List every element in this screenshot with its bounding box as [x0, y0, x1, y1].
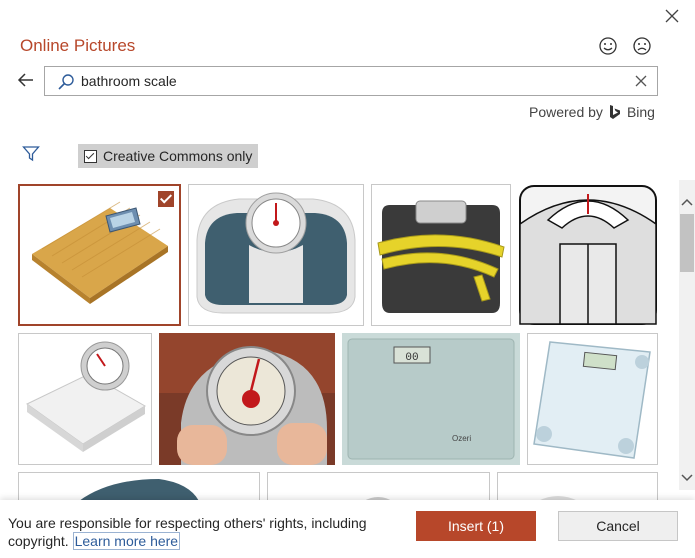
copyright-note-text: You are responsible for respecting other… — [8, 515, 367, 549]
result-image-glass-scale[interactable]: 00 Ozeri — [342, 333, 520, 465]
glass-scale-image: 00 Ozeri — [342, 333, 520, 465]
back-arrow-icon — [17, 73, 33, 87]
result-image-partial-2[interactable] — [267, 472, 490, 502]
svg-text:00: 00 — [405, 352, 418, 364]
close-icon — [665, 9, 679, 23]
creative-commons-filter[interactable]: Creative Commons only — [78, 144, 259, 168]
result-image-analog-scale[interactable] — [188, 184, 364, 326]
result-image-illustration-scale[interactable] — [518, 184, 658, 326]
search-input[interactable] — [81, 71, 621, 91]
selected-check-icon — [158, 191, 174, 207]
result-image-partial-1[interactable] — [18, 472, 260, 502]
white-dial-scale-image — [19, 334, 151, 464]
result-image-feet-scale[interactable] — [159, 333, 335, 465]
creative-commons-label: Creative Commons only — [103, 148, 253, 164]
partial-scale-image — [364, 497, 392, 501]
bing-label: Bing — [626, 104, 655, 120]
smile-icon — [599, 37, 617, 55]
smile-feedback-button[interactable] — [598, 36, 620, 58]
tilted-glass-scale-image — [528, 334, 657, 464]
filter-button[interactable] — [22, 145, 42, 165]
svg-text:Ozeri: Ozeri — [452, 434, 471, 443]
bing-logo-icon — [609, 105, 620, 119]
frown-icon — [633, 37, 651, 55]
feet-scale-photo — [159, 333, 335, 465]
clear-search-icon[interactable] — [633, 73, 649, 89]
partial-scale-image — [79, 479, 199, 501]
result-image-partial-3[interactable] — [497, 472, 658, 502]
result-image-tilted-glass-scale[interactable] — [527, 333, 658, 465]
powered-by-label: Powered by — [529, 104, 603, 120]
cancel-button[interactable]: Cancel — [558, 511, 678, 541]
frown-feedback-button[interactable] — [632, 36, 654, 58]
scroll-down-button[interactable] — [679, 468, 695, 488]
bamboo-scale-image — [20, 186, 179, 324]
chevron-up-icon — [681, 198, 693, 206]
chevron-down-icon — [681, 474, 693, 482]
illustration-scale-image — [519, 185, 657, 325]
insert-button[interactable]: Insert (1) — [416, 511, 536, 541]
scroll-up-button[interactable] — [679, 192, 695, 212]
learn-more-link[interactable]: Learn more here — [72, 532, 181, 550]
analog-scale-image — [189, 185, 363, 325]
result-image-bamboo-scale[interactable] — [18, 184, 181, 326]
tape-scale-image — [372, 185, 510, 325]
scrollbar-thumb[interactable] — [680, 214, 694, 272]
partial-scale-image — [538, 496, 578, 501]
result-image-white-dial-scale[interactable] — [18, 333, 152, 465]
search-icon — [58, 74, 74, 90]
powered-by: Powered by Bing — [529, 104, 655, 120]
copyright-note: You are responsible for respecting other… — [8, 514, 388, 550]
dialog-title: Online Pictures — [20, 36, 136, 55]
result-image-tape-scale[interactable] — [371, 184, 511, 326]
filter-icon — [22, 146, 40, 162]
back-button[interactable] — [16, 70, 40, 92]
search-box — [44, 66, 658, 96]
close-button[interactable] — [660, 4, 684, 28]
creative-commons-checkbox[interactable] — [84, 149, 97, 163]
